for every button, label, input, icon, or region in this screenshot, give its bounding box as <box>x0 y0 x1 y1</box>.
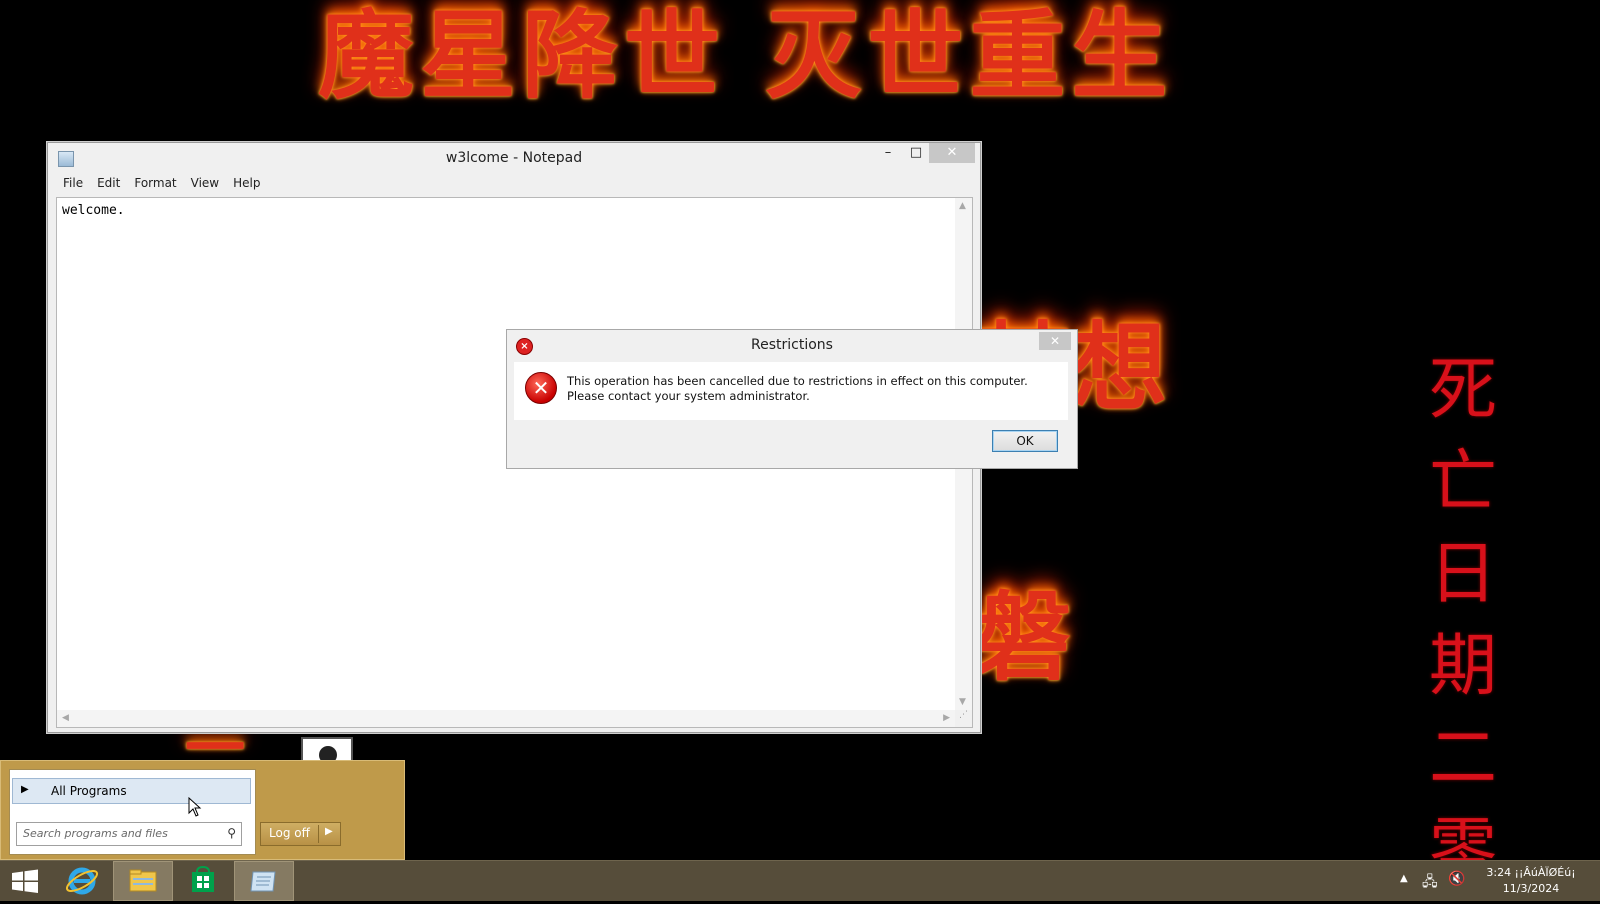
show-hidden-icons-icon[interactable]: ▲ <box>1400 873 1408 884</box>
wallpaper-top-text: 魔星降世 灭世重生 <box>318 0 1174 112</box>
wallpaper-vertical-char: 二 <box>1428 719 1497 798</box>
wallpaper-vertical-char: 期 <box>1428 627 1497 706</box>
clock-date: 11/3/2024 <box>1502 882 1560 895</box>
logoff-label: Log off <box>269 826 310 840</box>
dialog-titlebar[interactable]: × Restrictions ✕ <box>507 330 1077 360</box>
wallpaper-mid-text-2: 磐 <box>975 581 1071 694</box>
system-tray: ▲ 🖧 🔇 3:24 ¡¡ÂúÀÏØÉú¡ 11/3/2024 <box>1360 861 1600 901</box>
network-icon[interactable]: 🖧 <box>1422 871 1438 895</box>
logoff-options-arrow-icon[interactable]: ▶ <box>325 826 333 837</box>
search-icon[interactable]: ⚲ <box>227 826 236 840</box>
minimize-button[interactable]: – <box>874 143 902 163</box>
all-programs-item[interactable]: ▶ All Programs <box>12 778 251 804</box>
start-menu: ▶ All Programs ⚲ Log off ▶ <box>0 760 405 860</box>
all-programs-label: All Programs <box>51 784 127 798</box>
taskbar: ▲ 🖧 🔇 3:24 ¡¡ÂúÀÏØÉú¡ 11/3/2024 <box>0 860 1600 901</box>
clock-time: 3:24 ¡¡ÂúÀÏØÉú¡ <box>1486 866 1576 879</box>
wallpaper-vertical-char: 死 <box>1428 351 1497 430</box>
search-input[interactable] <box>17 823 213 843</box>
scroll-right-icon[interactable]: ▶ <box>943 713 950 723</box>
menu-view[interactable]: View <box>184 173 226 195</box>
notepad-titlebar[interactable]: w3lcome - Notepad – □ ✕ <box>48 143 980 173</box>
wallpaper-vertical-char: 亡 <box>1428 443 1497 522</box>
notepad-title: w3lcome - Notepad <box>445 150 583 166</box>
horizontal-scrollbar[interactable]: ◀ ▶ <box>57 710 955 727</box>
menu-format[interactable]: Format <box>127 173 183 195</box>
scroll-up-icon[interactable]: ▲ <box>959 201 966 211</box>
menu-file[interactable]: File <box>56 173 90 195</box>
dialog-body: ✕ This operation has been cancelled due … <box>514 362 1068 420</box>
maximize-button[interactable]: □ <box>902 143 930 163</box>
start-menu-programs-pane: ▶ All Programs ⚲ <box>9 769 256 855</box>
menu-edit[interactable]: Edit <box>90 173 127 195</box>
wallpaper-vertical-text: 死 亡 日 期 二 零 <box>1428 345 1498 897</box>
notepad-taskbar-icon[interactable] <box>234 861 294 901</box>
wallpaper-vertical-char: 日 <box>1428 535 1497 614</box>
dialog-message: This operation has been cancelled due to… <box>567 374 1028 403</box>
error-icon: ✕ <box>525 372 557 404</box>
scroll-down-icon[interactable]: ▼ <box>959 697 966 707</box>
triangle-right-icon: ▶ <box>21 784 29 795</box>
scroll-left-icon[interactable]: ◀ <box>62 713 69 723</box>
resize-grip-icon[interactable]: ⋰ <box>955 710 972 727</box>
ok-button[interactable]: OK <box>992 430 1058 452</box>
close-button[interactable]: ✕ <box>929 143 975 163</box>
file-explorer-icon[interactable] <box>113 861 173 901</box>
internet-explorer-icon[interactable] <box>52 861 112 901</box>
notepad-menubar: File Edit Format View Help <box>48 173 980 195</box>
restrictions-dialog[interactable]: × Restrictions ✕ ✕ This operation has be… <box>506 329 1078 469</box>
dialog-close-button[interactable]: ✕ <box>1039 332 1071 350</box>
notepad-content[interactable]: welcome. <box>62 203 125 218</box>
windows-start-icon[interactable] <box>0 861 60 901</box>
start-search-box[interactable]: ⚲ <box>16 822 242 846</box>
volume-muted-icon[interactable]: 🔇 <box>1448 871 1465 887</box>
logoff-button[interactable]: Log off ▶ <box>260 822 341 846</box>
windows-store-icon[interactable] <box>173 861 233 901</box>
clock[interactable]: 3:24 ¡¡ÂúÀÏØÉú¡ 11/3/2024 <box>1465 865 1597 897</box>
dialog-title: Restrictions <box>751 337 833 353</box>
menu-help[interactable]: Help <box>226 173 267 195</box>
logoff-separator <box>318 825 319 843</box>
